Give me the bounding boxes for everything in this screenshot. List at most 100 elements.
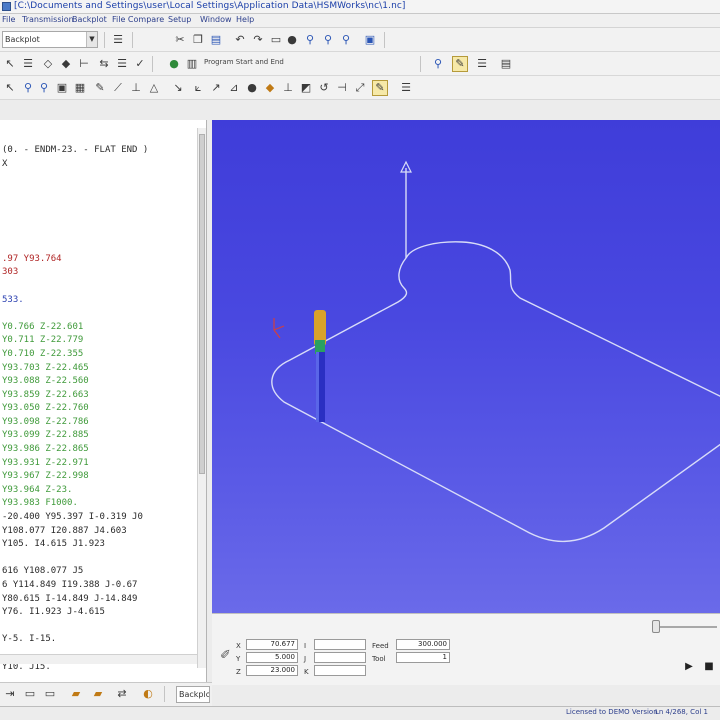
scrollbar-thumb[interactable] [199, 134, 205, 474]
code-line[interactable] [2, 239, 198, 253]
code-line[interactable]: Y93.986 Z-22.865 [2, 443, 198, 457]
stop-icon[interactable]: ■ [702, 660, 716, 674]
step-icon[interactable]: ⊢ [76, 56, 92, 72]
menu-help[interactable]: Help [236, 15, 254, 24]
arrow-icon[interactable]: ↖ [2, 56, 18, 72]
code-line[interactable]: (0. - ENDM-23. - FLAT END ) [2, 144, 198, 158]
menu-file-compare[interactable]: File Compare [112, 15, 164, 24]
box-icon[interactable]: ● [284, 32, 300, 48]
vertical-scrollbar[interactable] [197, 128, 206, 668]
redo-icon[interactable]: ↷ [250, 32, 266, 48]
code-line[interactable]: Y93.931 Z-22.971 [2, 457, 198, 471]
find-icon[interactable]: ⚲ [302, 32, 318, 48]
pen-icon[interactable]: ✐ [220, 648, 231, 663]
code-line[interactable]: Y76. I1.923 J-4.615 [2, 606, 198, 620]
tool-icon[interactable]: ⟀ [190, 80, 206, 96]
code-line[interactable]: Y93.050 Z-22.760 [2, 402, 198, 416]
settings-icon[interactable]: ◐ [140, 686, 156, 702]
code-line[interactable]: Y0.766 Z-22.601 [2, 321, 198, 335]
solid-icon[interactable]: ● [166, 56, 182, 72]
copy-icon[interactable]: ❐ [190, 32, 206, 48]
list-icon[interactable]: ☰ [398, 80, 414, 96]
tool-icon[interactable]: ↺ [316, 80, 332, 96]
replace-icon[interactable]: ⚲ [338, 32, 354, 48]
list-icon[interactable]: ☰ [114, 56, 130, 72]
code-line[interactable]: 616 Y108.077 J5 [2, 565, 198, 579]
paste-icon[interactable]: ▤ [208, 32, 224, 48]
code-line[interactable] [2, 307, 198, 321]
code-line[interactable]: Y93.859 Z-22.663 [2, 389, 198, 403]
node-icon[interactable]: ◇ [40, 56, 56, 72]
code-line[interactable]: Y0.711 Z-22.779 [2, 334, 198, 348]
program-start-label[interactable]: Program Start and End [204, 58, 284, 66]
doc-icon[interactable]: ▭ [42, 686, 58, 702]
brush-icon[interactable]: ✎ [92, 80, 108, 96]
tool-icon[interactable]: ↘ [170, 80, 186, 96]
code-line[interactable]: 6 Y114.849 I19.388 J-0.67 [2, 579, 198, 593]
code-line[interactable]: Y93.099 Z-22.885 [2, 429, 198, 443]
code-line[interactable]: Y105. I4.615 J1.923 [2, 538, 198, 552]
folder-icon[interactable]: ▰ [68, 686, 84, 702]
cube-icon[interactable]: ▥ [184, 56, 200, 72]
transfer-icon[interactable]: ⇄ [114, 686, 130, 702]
grid-icon[interactable]: ▤ [498, 56, 514, 72]
playback-slider-knob[interactable] [652, 620, 660, 633]
code-lines[interactable]: (0. - ENDM-23. - FLAT END ) X .97 Y93.764 3… [2, 144, 198, 674]
list-icon[interactable]: ☰ [110, 32, 126, 48]
code-line[interactable]: -20.400 Y95.397 I-0.319 J0 [2, 511, 198, 525]
tool-icon[interactable]: ⊥ [128, 80, 144, 96]
zoom-icon[interactable]: ⚲ [430, 56, 446, 72]
menu-setup[interactable]: Setup [168, 15, 191, 24]
playback-slider-track[interactable] [657, 626, 717, 628]
chevron-down-icon[interactable]: ▼ [86, 32, 97, 47]
code-line[interactable] [2, 226, 198, 240]
mode-combo[interactable]: Backplot ▼ [2, 31, 98, 48]
tool-icon[interactable]: ⟋ [110, 80, 126, 96]
menu-transmission[interactable]: Transmission [22, 15, 74, 24]
code-line[interactable]: Y80.615 I-14.849 J-14.849 [2, 593, 198, 607]
code-line[interactable]: Y-5. I-15. [2, 633, 198, 647]
code-line[interactable]: .97 Y93.764 [2, 253, 198, 267]
monitor-icon[interactable]: ▣ [362, 32, 378, 48]
zoom-in-icon[interactable]: ⚲ [20, 80, 36, 96]
grid-icon[interactable]: ▦ [72, 80, 88, 96]
tool-icon[interactable]: ⤢ [352, 80, 368, 96]
backplot-viewport[interactable] [212, 120, 720, 613]
tool-icon[interactable]: ◩ [298, 80, 314, 96]
run-icon[interactable]: ⇥ [2, 686, 18, 702]
menu-backplot[interactable]: Backplot [72, 15, 107, 24]
code-line[interactable] [2, 171, 198, 185]
code-line[interactable]: X [2, 158, 198, 172]
code-line[interactable]: Y93.088 Z-22.560 [2, 375, 198, 389]
code-line[interactable]: 533. [2, 294, 198, 308]
node-icon[interactable]: ◆ [58, 56, 74, 72]
cut-icon[interactable]: ✂ [172, 32, 188, 48]
code-line[interactable]: Y108.077 I20.887 J4.603 [2, 525, 198, 539]
folder-icon[interactable]: ▰ [90, 686, 106, 702]
menu-window[interactable]: Window [200, 15, 232, 24]
move-icon[interactable]: ⇆ [96, 56, 112, 72]
code-line[interactable] [2, 212, 198, 226]
paint-icon[interactable]: ✎ [372, 80, 388, 96]
doc-icon[interactable]: ▭ [22, 686, 38, 702]
tool-icon[interactable]: ↗ [208, 80, 224, 96]
undo-icon[interactable]: ↶ [232, 32, 248, 48]
list-icon[interactable]: ☰ [20, 56, 36, 72]
code-line[interactable]: 303 [2, 266, 198, 280]
code-line[interactable] [2, 198, 198, 212]
code-line[interactable] [2, 280, 198, 294]
code-editor[interactable]: (0. - ENDM-23. - FLAT END ) X .97 Y93.764 3… [0, 120, 207, 682]
code-line[interactable] [2, 552, 198, 566]
bottom-mode-combo[interactable]: Backplot [176, 686, 210, 703]
code-line[interactable]: Y93.983 F1000. [2, 497, 198, 511]
horizontal-scrollbar[interactable] [0, 654, 197, 664]
zoom-out-icon[interactable]: ⚲ [36, 80, 52, 96]
code-line[interactable]: Y0.710 Z-22.355 [2, 348, 198, 362]
code-line[interactable] [2, 620, 198, 634]
code-line[interactable]: Y93.098 Z-22.786 [2, 416, 198, 430]
arrow-icon[interactable]: ↖ [2, 80, 18, 96]
ok-icon[interactable]: ✓ [132, 56, 148, 72]
code-line[interactable]: Y93.964 Z-23. [2, 484, 198, 498]
frame-icon[interactable]: ▣ [54, 80, 70, 96]
menu-file[interactable]: File [2, 15, 15, 24]
